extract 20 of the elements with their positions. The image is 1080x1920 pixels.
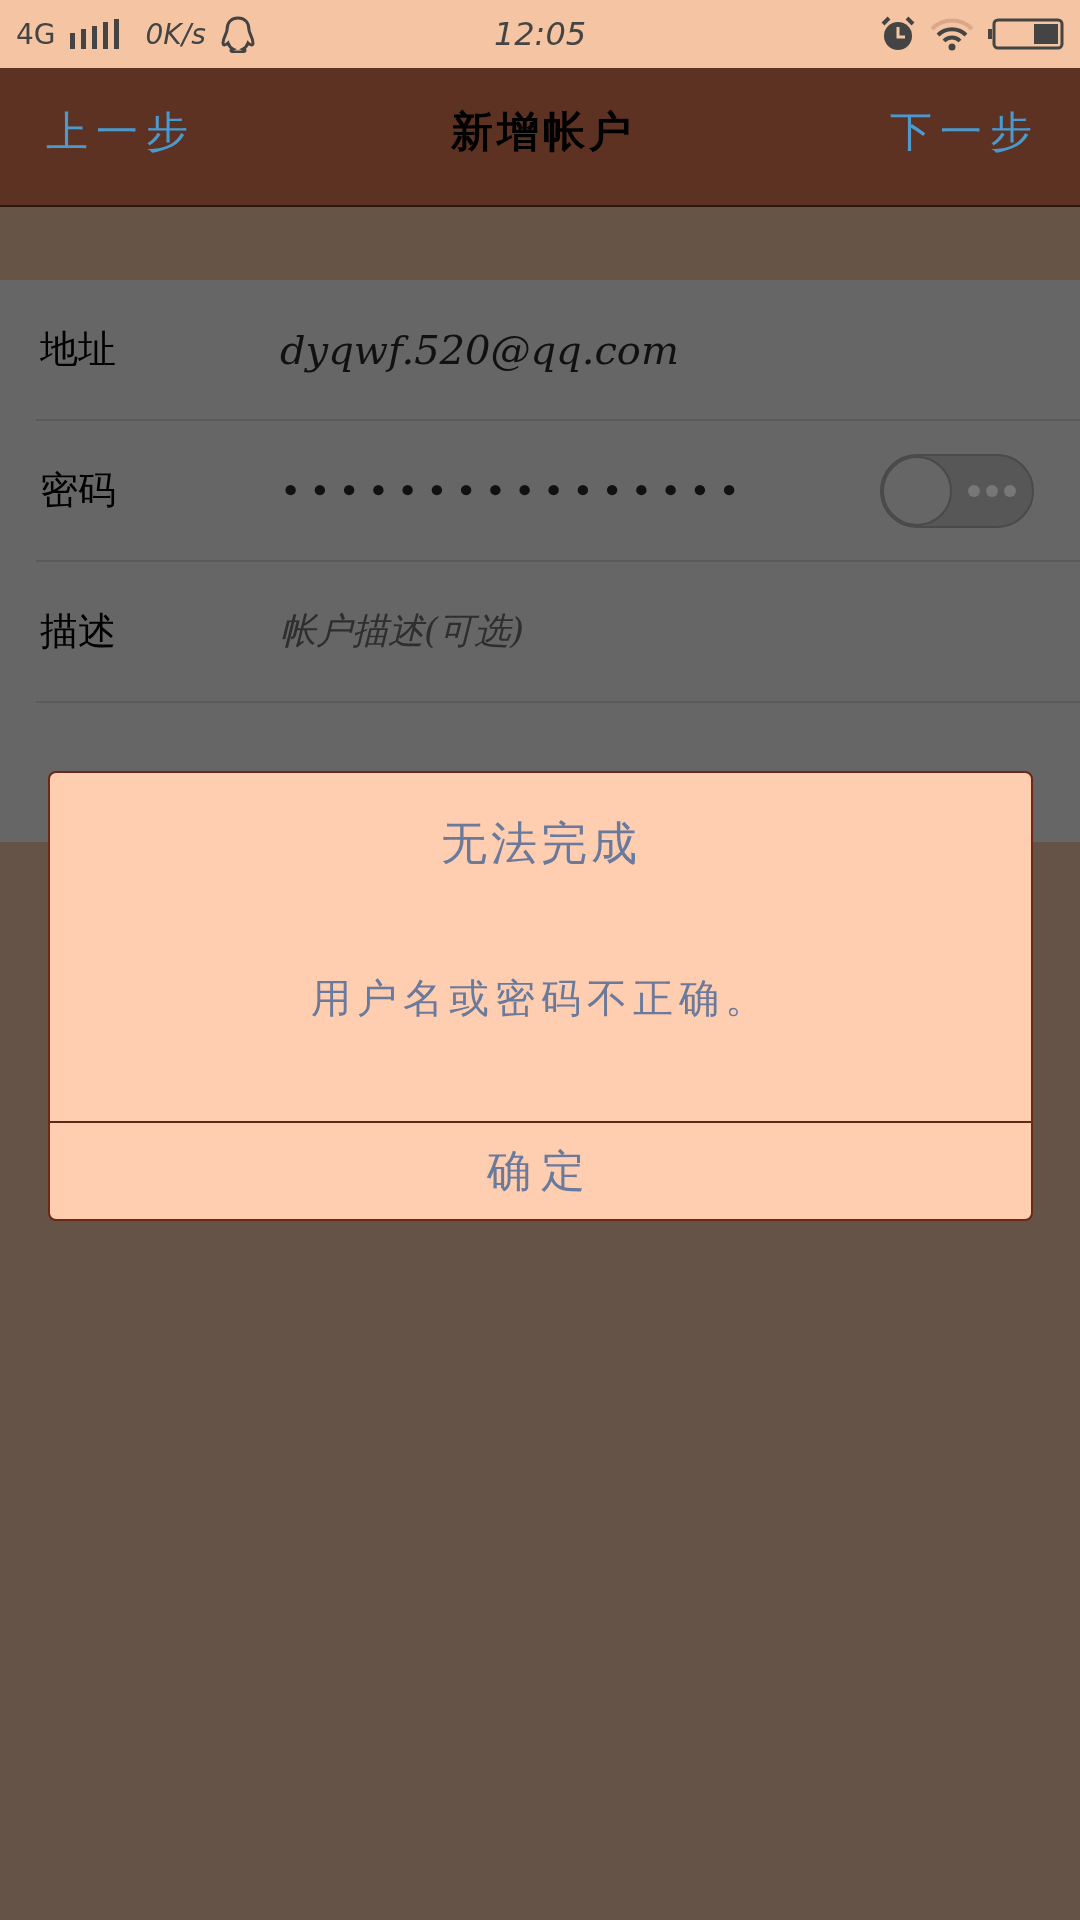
dialog-title: 无法完成 [439, 815, 642, 872]
screen-title: 新增帐户 [451, 105, 635, 158]
clock-time: 12:05 [493, 15, 587, 53]
dialog-message: 用户名或密码不正确。 [309, 973, 772, 1023]
field-label: 地址 [39, 326, 117, 373]
network-label: 4G [16, 17, 56, 51]
penguin-icon [219, 15, 256, 53]
back-button[interactable]: 上一步 [46, 103, 196, 160]
ok-button[interactable]: 确定 [50, 1121, 1031, 1219]
next-button[interactable]: 下一步 [890, 103, 1040, 160]
wifi-icon [930, 17, 974, 51]
field-label: 密码 [39, 467, 117, 514]
field-label: 描述 [39, 608, 117, 655]
input-field[interactable]: dyqwf.520@qq.com [280, 326, 679, 373]
password-field[interactable]: •••••••••••••••• [280, 470, 748, 511]
battery-icon [988, 18, 1064, 50]
alarm-clock-icon [880, 16, 916, 52]
speed-label: 0K/s [145, 17, 206, 51]
input-field[interactable]: 帐户描述(可选) [280, 607, 525, 656]
signal-icon [69, 19, 122, 49]
